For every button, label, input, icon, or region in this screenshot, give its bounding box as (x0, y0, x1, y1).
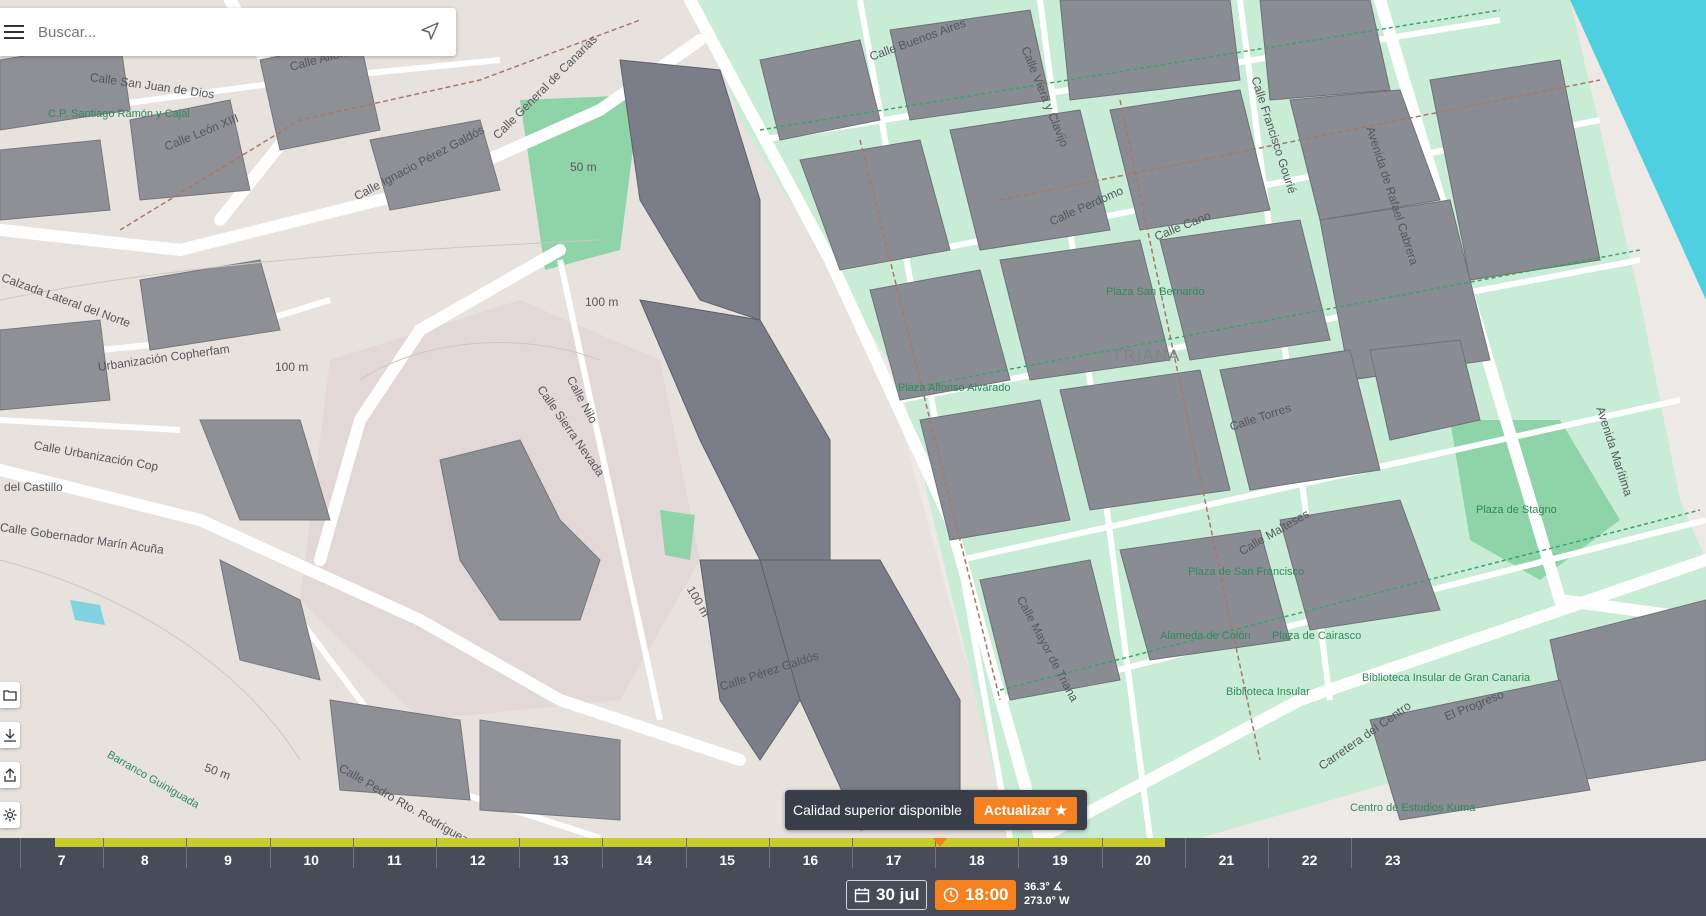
hour-tick (1018, 838, 1020, 868)
hour-label[interactable]: 21 (1206, 852, 1246, 868)
hour-label[interactable]: 22 (1290, 852, 1330, 868)
hour-label[interactable]: 16 (790, 852, 830, 868)
district-label: TRIANA (1112, 346, 1181, 365)
quality-notice: Calidad superior disponible Actualizar ★ (785, 790, 1088, 830)
poi-alameda-colon[interactable]: Alameda de Colón (1160, 630, 1251, 642)
poi-school[interactable]: C.P. Santiago Ramón y Cajal (48, 108, 190, 120)
hour-tick (436, 838, 437, 868)
hour-tick (768, 838, 770, 868)
gear-icon (3, 808, 17, 822)
hour-tick (186, 838, 188, 868)
hour-tick (1268, 838, 1269, 868)
hour-label[interactable]: 11 (374, 852, 414, 868)
contour-label: 100 m (585, 295, 619, 309)
hour-label[interactable]: 20 (1123, 852, 1163, 868)
poi-biblioteca-gran-canaria[interactable]: Biblioteca Insular de Gran Canaria (1362, 672, 1530, 684)
settings-button[interactable] (0, 802, 20, 828)
sun-azimuth: 273.0° W (1024, 895, 1070, 907)
poi-centro-estudios[interactable]: Centro de Estudios Kuma (1350, 802, 1475, 814)
time-selector[interactable]: 18:00 (935, 880, 1017, 910)
hour-label[interactable]: 18 (957, 852, 997, 868)
street-label: del Castillo (4, 480, 63, 494)
hour-label[interactable]: 8 (125, 852, 165, 868)
hour-label[interactable]: 7 (42, 852, 82, 868)
contour-label: 50 m (570, 160, 597, 174)
date-selector[interactable]: 30 jul (846, 880, 928, 910)
hour-tick (602, 838, 604, 868)
open-folder-button[interactable] (0, 682, 20, 708)
hour-tick (103, 838, 105, 868)
calendar-icon (854, 888, 870, 903)
poi-biblioteca-insular[interactable]: Biblioteca Insular (1226, 686, 1310, 698)
hour-label[interactable]: 19 (1040, 852, 1080, 868)
hour-tick (519, 838, 521, 868)
hour-tick (1101, 838, 1103, 868)
search-input[interactable] (36, 22, 410, 42)
hour-tick (685, 838, 687, 868)
hamburger-menu-icon[interactable] (4, 25, 24, 39)
hour-tick (20, 838, 21, 868)
contour-label: 100 m (275, 360, 309, 374)
poi-plaza-alfonso-alvarado[interactable]: Plaza Alfonso Alvarado (898, 382, 1011, 394)
locate-arrow-icon[interactable] (420, 21, 440, 41)
hour-tick (1184, 838, 1186, 868)
hour-label[interactable]: 9 (208, 852, 248, 868)
poi-plaza-san-francisco[interactable]: Plaza de San Francisco (1188, 566, 1304, 578)
import-button[interactable] (0, 722, 20, 748)
hour-label[interactable]: 23 (1373, 852, 1413, 868)
hour-tick (269, 838, 271, 868)
hour-label[interactable]: 10 (291, 852, 331, 868)
upgrade-button[interactable]: Actualizar ★ (973, 796, 1078, 824)
hour-label[interactable]: 15 (707, 852, 747, 868)
hour-tick (352, 838, 354, 868)
poi-plaza-cairasco[interactable]: Plaza de Cairasco (1272, 630, 1361, 642)
hour-label[interactable]: 13 (541, 852, 581, 868)
hour-label[interactable]: 14 (624, 852, 664, 868)
left-toolbar (0, 682, 20, 828)
share-button[interactable] (0, 762, 20, 788)
daylight-bar (55, 838, 1166, 847)
hour-label[interactable]: 12 (458, 852, 498, 868)
sun-position: 36.3° ∡ 273.0° W (1024, 880, 1069, 908)
search-bar (0, 8, 456, 56)
hour-label[interactable]: 17 (874, 852, 914, 868)
sun-altitude: 36.3° ∡ (1024, 881, 1063, 893)
import-icon (4, 729, 16, 742)
poi-plaza-stagno[interactable]: Plaza de Stagno (1476, 504, 1557, 516)
date-value: 30 jul (876, 885, 920, 904)
share-icon (4, 768, 16, 782)
map-view[interactable]: TRIANA Calle San Juan de Dios Calle Alfo… (0, 0, 1706, 838)
hour-tick (1351, 838, 1353, 868)
folder-icon (3, 690, 17, 701)
hour-tick (852, 838, 853, 868)
clock-icon (943, 887, 959, 903)
time-marker-icon[interactable] (933, 838, 947, 847)
quality-notice-text: Calidad superior disponible (793, 802, 962, 818)
poi-plaza-san-bernardo[interactable]: Plaza San Bernardo (1106, 286, 1204, 298)
time-value: 18:00 (965, 885, 1009, 904)
